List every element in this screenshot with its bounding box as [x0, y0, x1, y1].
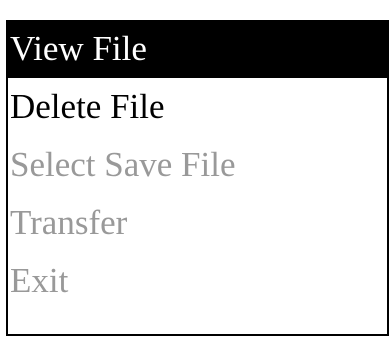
menu-item-select-save-file: Select Save File — [10, 145, 236, 184]
menu-item-delete-file[interactable]: Delete File — [8, 78, 387, 136]
menu-item-view-file[interactable]: View File — [8, 20, 387, 78]
menu-item-exit: Exit — [10, 261, 69, 300]
menu-item-transfer: Transfer — [10, 203, 128, 242]
file-menu: View File Delete File Select Save File T… — [6, 20, 389, 336]
